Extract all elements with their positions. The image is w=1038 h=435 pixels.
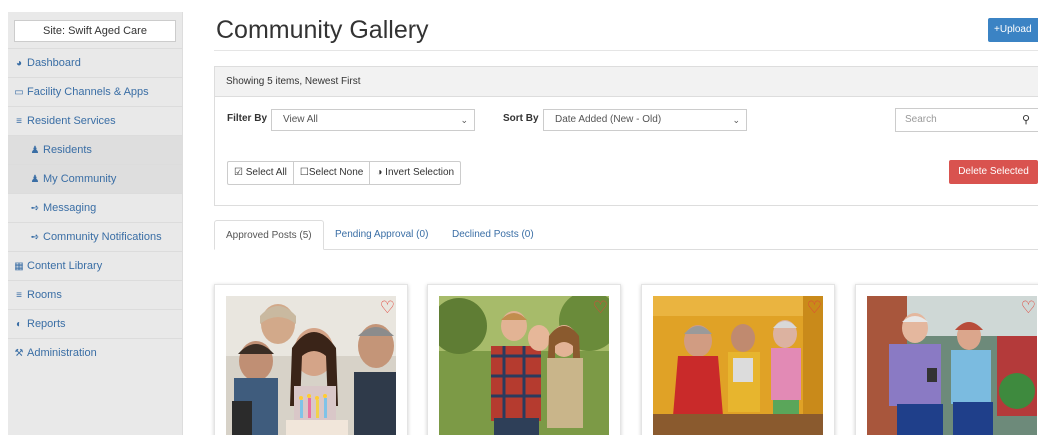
delete-selected-button[interactable]: Delete Selected bbox=[949, 160, 1038, 184]
sort-by-label: Sort By bbox=[503, 113, 539, 124]
gallery-photo[interactable] bbox=[653, 296, 823, 435]
sidebar-item-residents[interactable]: ♟ Residents bbox=[8, 135, 182, 164]
sidebar-item-community-notifications[interactable]: ➺ Community Notifications bbox=[8, 222, 182, 251]
upload-button-label: Upload bbox=[999, 24, 1032, 35]
sidebar-item-content-library[interactable]: ▦ Content Library bbox=[8, 251, 182, 280]
page-title: Community Gallery bbox=[216, 16, 429, 44]
select-none-button[interactable]: ☐Select None bbox=[294, 162, 371, 184]
filter-select-value: View All bbox=[283, 114, 318, 125]
favorite-heart-icon[interactable]: ♡ bbox=[593, 299, 608, 316]
sidebar-item-administration[interactable]: ⚒ Administration bbox=[8, 338, 182, 367]
megaphone-icon: ➺ bbox=[30, 232, 40, 243]
sidebar-item-my-community[interactable]: ♟ My Community bbox=[8, 164, 182, 193]
checkbox-checked-icon: ☑ bbox=[234, 167, 243, 178]
favorite-heart-icon[interactable]: ♡ bbox=[807, 299, 822, 316]
gallery-photo[interactable] bbox=[226, 296, 396, 435]
dashboard-icon: ◕ bbox=[15, 58, 23, 69]
tab-pending-approval[interactable]: Pending Approval (0) bbox=[324, 220, 439, 250]
search-icon[interactable]: ⚲ bbox=[1022, 109, 1030, 131]
sidebar-item-label: Administration bbox=[27, 347, 97, 359]
sidebar-item-label: Content Library bbox=[27, 260, 103, 272]
sidebar-item-resident-services[interactable]: ≡ Resident Services bbox=[8, 106, 182, 135]
selection-button-group: ☑ Select All ☐Select None ◑ Invert Selec… bbox=[227, 161, 462, 185]
gallery-photo[interactable] bbox=[867, 296, 1037, 435]
gallery-card[interactable]: ♡ bbox=[214, 284, 408, 435]
users-icon: ♟ bbox=[30, 174, 40, 185]
sidebar-item-messaging[interactable]: ➺ Messaging bbox=[8, 193, 182, 222]
chart-icon: ◐ bbox=[15, 319, 23, 330]
tab-approved-posts[interactable]: Approved Posts (5) bbox=[214, 220, 324, 250]
sort-select-value: Date Added (New - Old) bbox=[555, 114, 662, 125]
sidebar-item-label: Rooms bbox=[27, 289, 62, 301]
gallery-photo[interactable] bbox=[439, 296, 609, 435]
search-input[interactable]: Search ⚲ bbox=[895, 108, 1038, 132]
chevron-down-icon: ⌄ bbox=[732, 115, 740, 125]
gallery-card[interactable]: ♡ bbox=[641, 284, 835, 435]
sidebar-item-label: Resident Services bbox=[27, 115, 116, 127]
sidebar-item-rooms[interactable]: ≡ Rooms bbox=[8, 280, 182, 309]
adjust-icon: ◑ bbox=[376, 167, 383, 178]
select-none-label: Select None bbox=[308, 167, 364, 178]
upload-button[interactable]: +Upload bbox=[988, 18, 1038, 42]
select-all-label: Select All bbox=[245, 167, 287, 178]
title-divider bbox=[214, 50, 1038, 51]
sort-select[interactable]: Date Added (New - Old) ⌄ bbox=[543, 109, 747, 131]
sidebar-item-reports[interactable]: ◐ Reports bbox=[8, 309, 182, 338]
invert-selection-label: Invert Selection bbox=[385, 167, 455, 178]
sidebar-item-label: Messaging bbox=[43, 202, 97, 214]
tab-declined-posts[interactable]: Declined Posts (0) bbox=[441, 220, 545, 250]
sidebar-item-label: My Community bbox=[43, 173, 117, 185]
sidebar-item-label: Community Notifications bbox=[43, 231, 162, 243]
users-icon: ♟ bbox=[30, 145, 40, 156]
invert-selection-button[interactable]: ◑ Invert Selection bbox=[370, 162, 460, 184]
sidebar-item-facility-channels[interactable]: ▭ Facility Channels & Apps bbox=[8, 77, 182, 106]
gallery-card[interactable]: ♡ bbox=[855, 284, 1038, 435]
sidebar-item-label: Reports bbox=[27, 318, 66, 330]
results-summary: Showing 5 items, Newest First bbox=[215, 67, 1038, 97]
film-icon: ▦ bbox=[14, 261, 24, 272]
sidebar-item-label: Residents bbox=[43, 144, 92, 156]
sidebar-item-dashboard[interactable]: ◕ Dashboard bbox=[8, 48, 182, 77]
search-placeholder: Search bbox=[905, 114, 937, 125]
post-status-tabs: Approved Posts (5) Pending Approval (0) … bbox=[214, 220, 1038, 250]
monitor-icon: ▭ bbox=[14, 87, 24, 98]
filter-panel: Showing 5 items, Newest First Filter By … bbox=[214, 66, 1038, 206]
sidebar-item-label: Facility Channels & Apps bbox=[27, 86, 149, 98]
site-selector[interactable]: Site: Swift Aged Care bbox=[14, 20, 176, 42]
select-all-button[interactable]: ☑ Select All bbox=[228, 162, 294, 184]
favorite-heart-icon[interactable]: ♡ bbox=[1021, 299, 1036, 316]
filter-by-label: Filter By bbox=[227, 113, 268, 124]
megaphone-icon: ➺ bbox=[30, 203, 40, 214]
favorite-heart-icon[interactable]: ♡ bbox=[380, 299, 395, 316]
chevron-down-icon: ⌄ bbox=[460, 115, 468, 125]
sidebar: Site: Swift Aged Care ◕ Dashboard ▭ Facili… bbox=[8, 12, 183, 435]
signpost-icon: ≡ bbox=[16, 290, 22, 301]
filter-select[interactable]: View All ⌄ bbox=[271, 109, 475, 131]
gallery-card[interactable]: ♡ bbox=[427, 284, 621, 435]
checkbox-empty-icon: ☐ bbox=[299, 167, 309, 178]
sidebar-item-label: Dashboard bbox=[27, 57, 81, 69]
signpost-icon: ≡ bbox=[16, 116, 22, 127]
wrench-icon: ⚒ bbox=[14, 348, 24, 359]
